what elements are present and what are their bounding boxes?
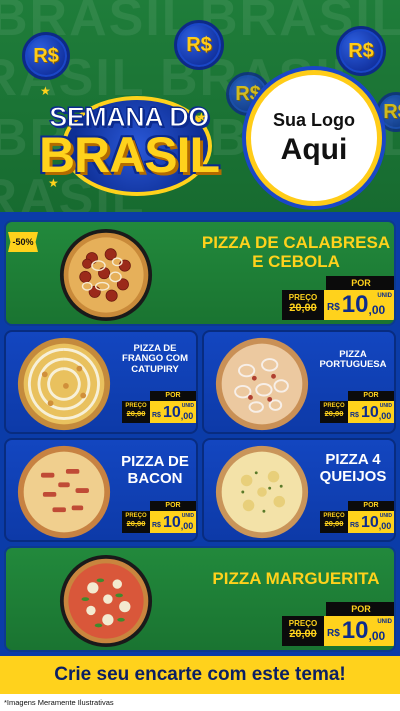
pizza-calabresa-image <box>59 228 153 322</box>
price: R$ 10 ,00 UNID <box>150 511 196 533</box>
price: R$ 10 ,00 UNID <box>348 511 394 533</box>
cta-text: Crie seu encarte com este tema! <box>54 664 346 685</box>
por-label: POR <box>326 602 394 616</box>
featured-card-marguerita[interactable]: PIZZA MARGUERITA POR PREÇO 20,00 R$ 10 ,… <box>4 546 396 652</box>
old-price: PREÇO 20,00 <box>282 616 324 646</box>
price: R$ 10 ,00 UNID <box>324 290 394 320</box>
price: R$ 10 ,00 UNID <box>348 401 394 423</box>
price: R$ 10 ,00 UNID <box>324 616 394 646</box>
por-label: POR <box>348 391 394 401</box>
old-price: PREÇO 20,00 <box>320 401 348 423</box>
pizza-marguerita-image <box>59 554 153 648</box>
product-name: PIZZA PORTUGUESA <box>319 349 387 371</box>
logo-line1: Sua Logo <box>273 109 355 130</box>
product-name: PIZZA 4 QUEIJOS <box>319 451 387 485</box>
grid-card-frango[interactable]: PIZZA DE FRANGO COM CATUPIRY POR PREÇO 2… <box>4 330 198 434</box>
por-label: POR <box>326 276 394 290</box>
grid-card-bacon[interactable]: PIZZA DE BACON POR PREÇO 20,00 R$ 10 ,00… <box>4 438 198 542</box>
grid-card-4-queijos[interactable]: PIZZA 4 QUEIJOS POR PREÇO 20,00 R$ 10 ,0… <box>202 438 396 542</box>
product-name: PIZZA MARGUERITA <box>212 569 380 588</box>
pizza-frango-image <box>17 337 111 431</box>
coin-icon: R$ <box>174 20 224 70</box>
product-name: PIZZA DE FRANGO COM CATUPIRY <box>122 343 188 375</box>
product-name: PIZZA DE BACON <box>121 453 189 487</box>
star-icon: ★ <box>196 110 207 124</box>
old-price: PREÇO 20,00 <box>282 290 324 320</box>
product-name: PIZZA DE CALABRESA E CEBOLA <box>201 233 391 271</box>
old-price: PREÇO 20,00 <box>320 511 348 533</box>
discount-badge: -50% <box>8 232 38 252</box>
coin-icon: R$ <box>22 32 70 80</box>
old-price: PREÇO 20,00 <box>122 401 150 423</box>
star-icon: ★ <box>40 84 51 98</box>
grid-card-portuguesa[interactable]: PIZZA PORTUGUESA POR PREÇO 20,00 R$ 10 ,… <box>202 330 396 434</box>
logo-placeholder[interactable]: Sua Logo Aqui <box>246 70 382 206</box>
disclaimer: *Imagens Meramente Ilustrativas <box>0 694 400 711</box>
price: R$ 10 ,00 UNID <box>150 401 196 423</box>
por-label: POR <box>150 391 196 401</box>
logo-line2: Aqui <box>280 132 348 166</box>
featured-card-calabresa[interactable]: PIZZA DE CALABRESA E CEBOLA POR PREÇO 20… <box>4 220 396 326</box>
old-price: PREÇO 20,00 <box>122 511 150 533</box>
pizza-portuguesa-image <box>215 337 309 431</box>
por-label: POR <box>348 501 394 511</box>
header: BRASIL BRASIL BRASIL BRASIL BRASIL BRASI… <box>0 0 400 212</box>
pizza-4-queijos-image <box>215 445 309 539</box>
cta-banner[interactable]: Crie seu encarte com este tema! <box>0 656 400 694</box>
por-label: POR <box>150 501 196 511</box>
star-icon: ★ <box>48 176 59 190</box>
pizza-bacon-image <box>17 445 111 539</box>
coin-icon: R$ <box>336 26 386 76</box>
